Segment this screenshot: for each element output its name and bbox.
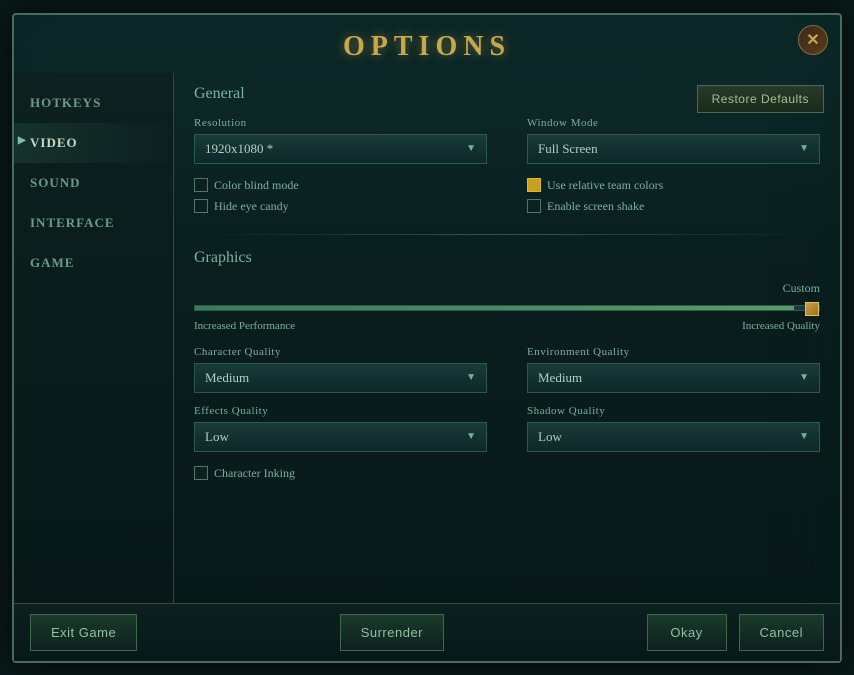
shadow-quality-value: Low [538,429,562,445]
effects-quality-dropdown[interactable]: Low ▼ [194,422,487,452]
sidebar-item-interface[interactable]: INTERFACE [14,203,173,243]
color-blind-checkbox[interactable] [194,178,208,192]
relative-colors-label: Use relative team colors [547,178,663,193]
slider-right-label: Increased Quality [742,320,820,332]
checkboxes-row-1: Color blind mode Use relative team color… [194,178,820,193]
effects-quality-value: Low [205,429,229,445]
dropdowns-grid: Character Quality Medium ▼ Environment Q… [194,346,820,452]
resolution-dropdown-arrow: ▼ [466,143,476,154]
char-inking-checkbox[interactable] [194,466,208,480]
okay-button[interactable]: Okay [647,614,727,651]
sidebar-item-game[interactable]: GAME [14,243,173,283]
footer-right: Okay Cancel [647,614,824,651]
close-button[interactable]: ✕ [798,25,828,55]
slider-left-label: Increased Performance [194,320,295,332]
env-quality-dropdown[interactable]: Medium ▼ [527,363,820,393]
shadow-quality-group: Shadow Quality Low ▼ [527,405,820,452]
shadow-quality-label: Shadow Quality [527,405,820,417]
sidebar-item-sound[interactable]: SOUND [14,163,173,203]
fields-row: Resolution 1920x1080 * ▼ Window Mode Ful… [194,117,820,164]
footer: Exit Game Surrender Okay Cancel [14,603,840,661]
options-modal: OPTIONS ✕ HOTKEYS VIDEO SOUND INTERFACE … [12,13,842,663]
color-blind-group: Color blind mode [194,178,487,193]
env-quality-value: Medium [538,370,582,386]
window-mode-label: Window Mode [527,117,820,129]
modal-body: HOTKEYS VIDEO SOUND INTERFACE GAME Resto… [14,73,840,603]
sidebar-item-video[interactable]: VIDEO [14,123,173,163]
screen-shake-checkbox[interactable] [527,199,541,213]
effects-quality-group: Effects Quality Low ▼ [194,405,487,452]
env-quality-label: Environment Quality [527,346,820,358]
surrender-button[interactable]: Surrender [340,614,444,651]
screen-shake-group: Enable screen shake [527,199,820,214]
resolution-label: Resolution [194,117,487,129]
relative-colors-group: Use relative team colors [527,178,820,193]
modal-title: OPTIONS [343,31,511,62]
graphics-slider-container [194,298,820,318]
char-quality-value: Medium [205,370,249,386]
resolution-group: Resolution 1920x1080 * ▼ [194,117,487,164]
restore-defaults-button[interactable]: Restore Defaults [697,85,824,113]
env-quality-group: Environment Quality Medium ▼ [527,346,820,393]
char-quality-label: Character Quality [194,346,487,358]
quality-label-row: Custom [194,281,820,296]
checkboxes-row-2: Hide eye candy Enable screen shake [194,199,820,214]
cancel-button[interactable]: Cancel [739,614,824,651]
slider-labels: Increased Performance Increased Quality [194,320,820,332]
slider-thumb[interactable] [805,302,819,316]
char-quality-dropdown[interactable]: Medium ▼ [194,363,487,393]
graphics-section-title: Graphics [194,249,820,267]
resolution-dropdown[interactable]: 1920x1080 * ▼ [194,134,487,164]
relative-colors-checkbox[interactable] [527,178,541,192]
quality-custom-label: Custom [783,281,820,296]
effects-quality-label: Effects Quality [194,405,487,417]
resolution-value: 1920x1080 * [205,141,273,157]
window-mode-dropdown[interactable]: Full Screen ▼ [527,134,820,164]
hide-candy-group: Hide eye candy [194,199,487,214]
screen-shake-label: Enable screen shake [547,199,644,214]
hide-candy-label: Hide eye candy [214,199,289,214]
char-inking-label: Character Inking [214,466,295,481]
color-blind-label: Color blind mode [214,178,299,193]
sidebar-item-hotkeys[interactable]: HOTKEYS [14,83,173,123]
effects-quality-arrow: ▼ [466,431,476,442]
env-quality-arrow: ▼ [799,372,809,383]
window-mode-group: Window Mode Full Screen ▼ [527,117,820,164]
slider-track[interactable] [194,305,820,311]
shadow-quality-arrow: ▼ [799,431,809,442]
char-quality-arrow: ▼ [466,372,476,383]
divider [194,234,820,235]
exit-game-button[interactable]: Exit Game [30,614,137,651]
shadow-quality-dropdown[interactable]: Low ▼ [527,422,820,452]
hide-candy-checkbox[interactable] [194,199,208,213]
char-quality-group: Character Quality Medium ▼ [194,346,487,393]
sidebar: HOTKEYS VIDEO SOUND INTERFACE GAME [14,73,174,603]
slider-fill [195,306,794,310]
char-inking-row: Character Inking [194,466,820,481]
window-mode-dropdown-arrow: ▼ [799,143,809,154]
modal-header: OPTIONS ✕ [14,15,840,73]
graphics-section: Graphics Custom Increased Performance In… [194,249,820,481]
window-mode-value: Full Screen [538,141,598,157]
content-area: Restore Defaults General Resolution 1920… [174,73,840,603]
